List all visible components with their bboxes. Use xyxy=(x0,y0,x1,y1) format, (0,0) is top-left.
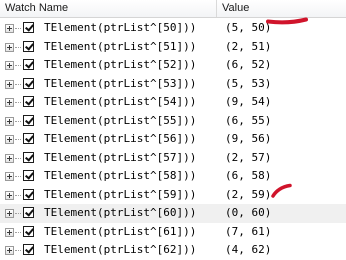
watch-enabled-checkbox[interactable] xyxy=(23,244,34,255)
watch-value: (9, 54) xyxy=(225,95,272,108)
tree-line xyxy=(15,250,21,252)
tree-line xyxy=(15,46,21,49)
watch-row[interactable]: TElement(ptrList^[56])) (9, 56) xyxy=(0,130,346,149)
watch-name-column-header[interactable]: Watch Name xyxy=(0,0,217,17)
watch-enabled-checkbox[interactable] xyxy=(23,114,34,126)
watch-enabled-checkbox[interactable] xyxy=(23,77,34,89)
watch-row[interactable]: TElement(ptrList^[59])) (2, 59) xyxy=(0,186,346,205)
watch-expression: TElement(ptrList^[61])) xyxy=(44,224,197,238)
watch-enabled-checkbox[interactable] xyxy=(23,59,34,70)
tree-line xyxy=(15,83,21,86)
watch-enabled-checkbox[interactable] xyxy=(23,170,34,181)
watch-list: TElement(ptrList^[50])) (5, 50) TElement… xyxy=(0,19,346,260)
watch-row[interactable]: TElement(ptrList^[53])) (5, 53) xyxy=(0,75,346,94)
watch-value: (4, 62) xyxy=(225,243,272,256)
watch-window: Watch Name Value TElement(ptrList^[50]))… xyxy=(0,0,346,256)
tree-line xyxy=(15,231,21,234)
watch-value: (9, 56) xyxy=(225,132,272,145)
watch-value: (6, 58) xyxy=(225,169,272,182)
expand-plus-icon[interactable] xyxy=(5,116,14,126)
watch-value: (5, 53) xyxy=(225,76,272,90)
watch-row[interactable]: TElement(ptrList^[51])) (2, 51) xyxy=(0,38,346,57)
expand-plus-icon[interactable] xyxy=(5,209,14,218)
watch-row[interactable]: TElement(ptrList^[52])) (6, 52) xyxy=(0,56,346,75)
watch-expression: TElement(ptrList^[52])) xyxy=(44,58,197,71)
watch-row[interactable]: TElement(ptrList^[55])) (6, 55) xyxy=(0,112,346,131)
expand-plus-icon[interactable] xyxy=(5,246,14,255)
watch-row[interactable]: TElement(ptrList^[61])) (7, 61) xyxy=(0,223,346,242)
tree-line xyxy=(15,28,21,30)
watch-enabled-checkbox[interactable] xyxy=(23,151,34,163)
watch-row[interactable]: TElement(ptrList^[62])) (4, 62) xyxy=(0,241,346,260)
value-column-header[interactable]: Value xyxy=(217,0,346,17)
expand-plus-icon[interactable] xyxy=(5,190,14,200)
watch-row-selected[interactable]: TElement(ptrList^[60])) (0, 60) xyxy=(0,204,346,223)
expand-plus-icon[interactable] xyxy=(5,61,14,70)
tree-line xyxy=(15,157,21,160)
watch-value: (6, 52) xyxy=(225,58,272,71)
watch-enabled-checkbox[interactable] xyxy=(23,225,34,237)
watch-enabled-checkbox[interactable] xyxy=(23,133,34,144)
watch-expression: TElement(ptrList^[62])) xyxy=(44,243,197,256)
expand-plus-icon[interactable] xyxy=(5,135,14,144)
expand-plus-icon[interactable] xyxy=(5,153,14,163)
tree-line xyxy=(15,139,21,141)
watch-row[interactable]: TElement(ptrList^[58])) (6, 58) xyxy=(0,167,346,186)
watch-expression: TElement(ptrList^[51])) xyxy=(44,39,197,53)
watch-value: (2, 59) xyxy=(225,187,272,201)
expand-plus-icon[interactable] xyxy=(5,172,14,181)
watch-expression: TElement(ptrList^[50])) xyxy=(44,21,197,34)
watch-row[interactable]: TElement(ptrList^[54])) (9, 54) xyxy=(0,93,346,112)
watch-expression: TElement(ptrList^[56])) xyxy=(44,132,197,145)
tree-line xyxy=(15,176,21,178)
watch-enabled-checkbox[interactable] xyxy=(23,40,34,52)
expand-plus-icon[interactable] xyxy=(5,24,14,33)
expand-plus-icon[interactable] xyxy=(5,98,14,107)
watch-expression: TElement(ptrList^[57])) xyxy=(44,150,197,164)
watch-value: (0, 60) xyxy=(225,206,272,219)
watch-expression: TElement(ptrList^[55])) xyxy=(44,113,197,127)
column-header: Watch Name Value xyxy=(0,0,346,18)
watch-enabled-checkbox[interactable] xyxy=(23,96,34,107)
tree-line xyxy=(15,194,21,197)
expand-plus-icon[interactable] xyxy=(5,42,14,52)
tree-line xyxy=(15,65,21,67)
watch-expression: TElement(ptrList^[58])) xyxy=(44,169,197,182)
watch-expression: TElement(ptrList^[60])) xyxy=(44,206,197,219)
watch-value: (2, 51) xyxy=(225,39,272,53)
watch-row[interactable]: TElement(ptrList^[50])) (5, 50) xyxy=(0,19,346,38)
watch-value: (5, 50) xyxy=(225,21,272,34)
expand-plus-icon[interactable] xyxy=(5,79,14,89)
tree-line xyxy=(15,102,21,104)
watch-row[interactable]: TElement(ptrList^[57])) (2, 57) xyxy=(0,149,346,168)
watch-enabled-checkbox[interactable] xyxy=(23,207,34,218)
watch-value: (2, 57) xyxy=(225,150,272,164)
watch-enabled-checkbox[interactable] xyxy=(23,188,34,200)
tree-line xyxy=(15,120,21,123)
watch-expression: TElement(ptrList^[59])) xyxy=(44,187,197,201)
watch-enabled-checkbox[interactable] xyxy=(23,22,34,33)
watch-value: (7, 61) xyxy=(225,224,272,238)
watch-expression: TElement(ptrList^[53])) xyxy=(44,76,197,90)
expand-plus-icon[interactable] xyxy=(5,227,14,237)
tree-line xyxy=(15,213,21,215)
watch-expression: TElement(ptrList^[54])) xyxy=(44,95,197,108)
watch-value: (6, 55) xyxy=(225,113,272,127)
